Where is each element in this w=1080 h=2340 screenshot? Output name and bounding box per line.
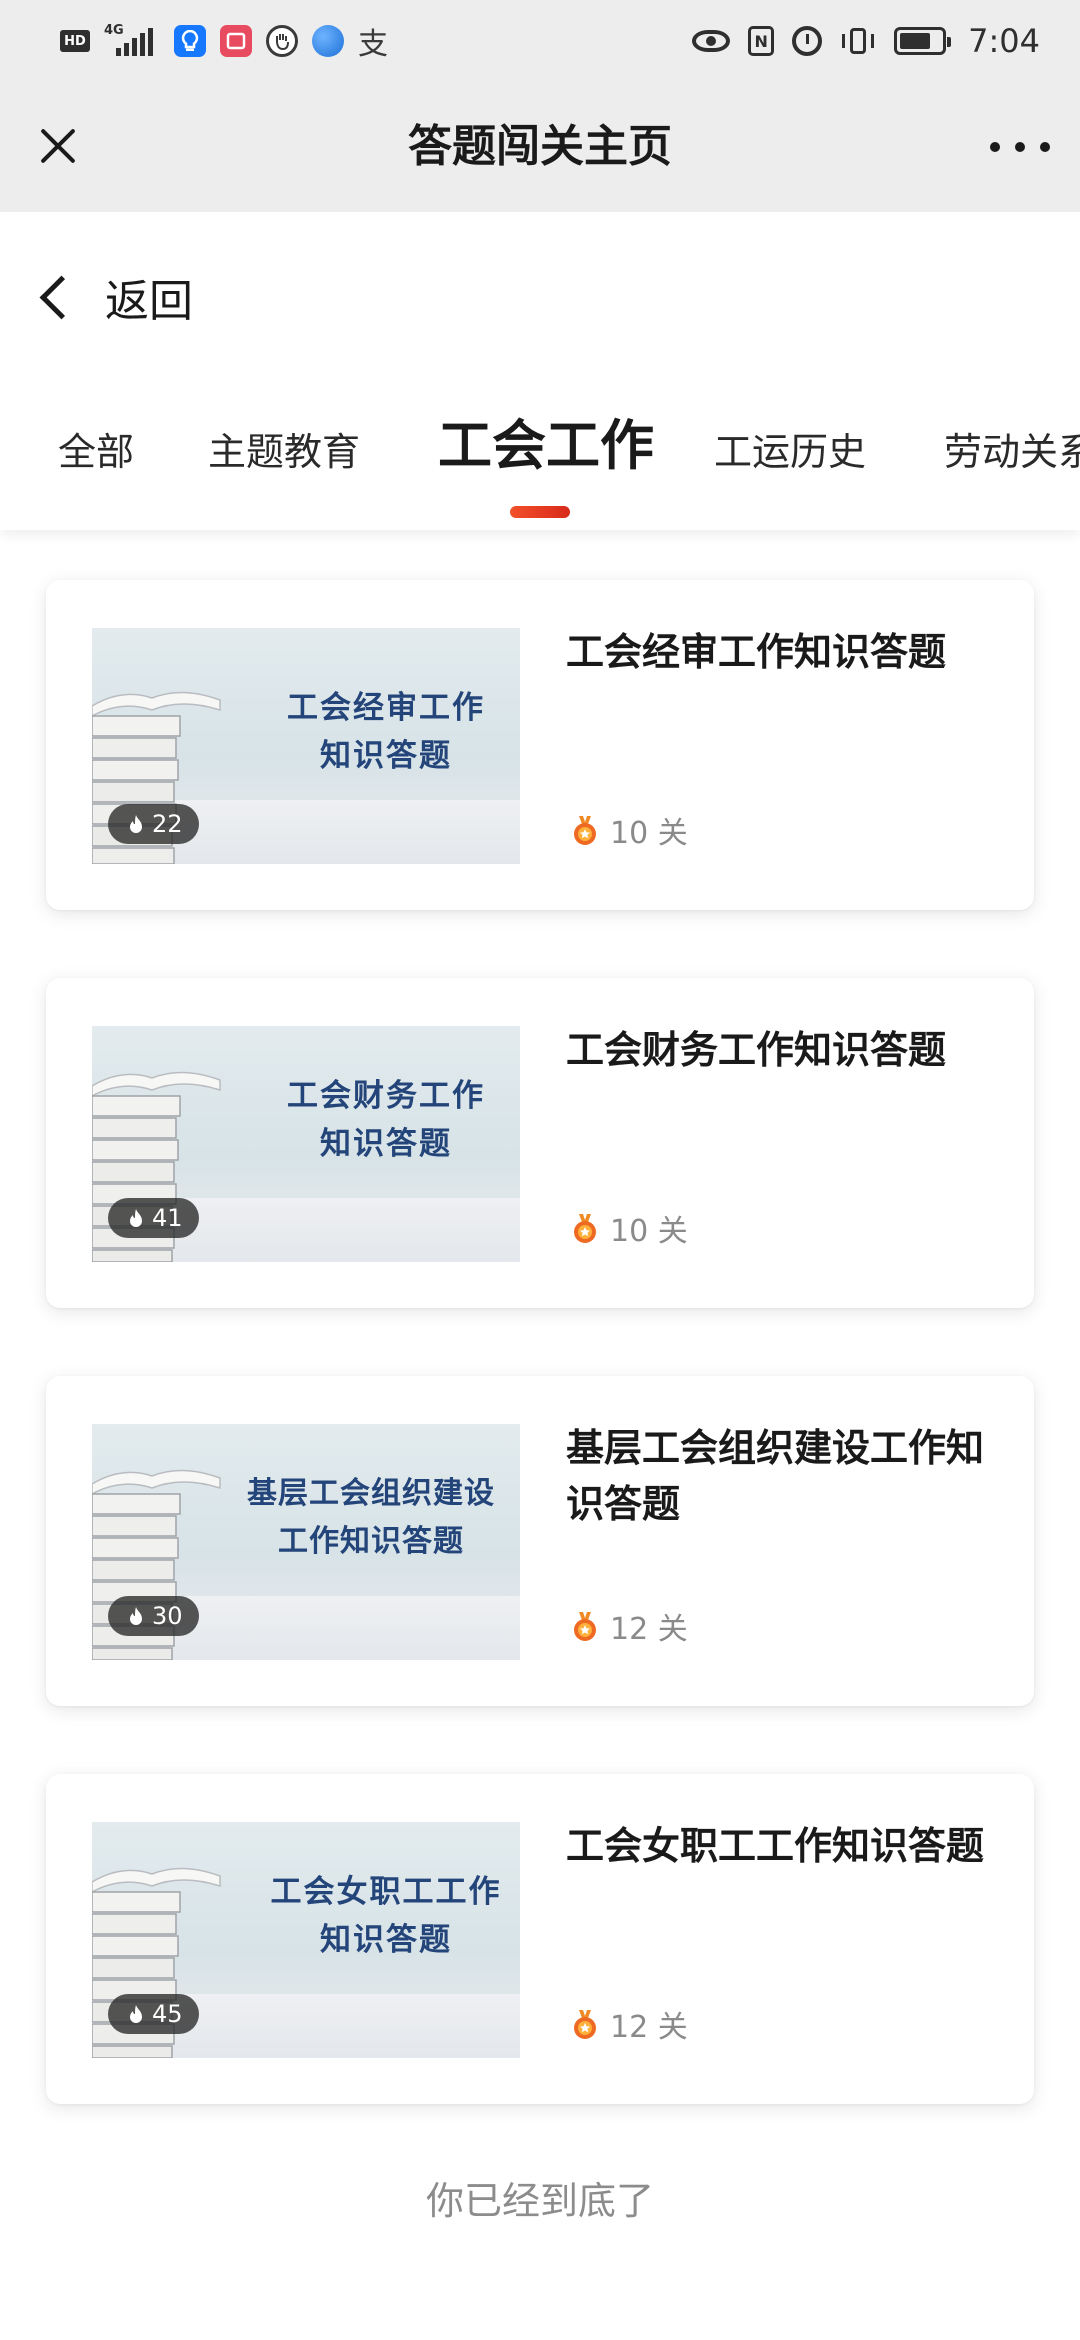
quiz-title: 工会女职工工作知识答题 [566, 1824, 985, 1868]
quiz-thumbnail: 工会经审工作 知识答题 22 [92, 628, 520, 864]
levels-count: 10 关 [610, 816, 688, 851]
quiz-levels: 12 关 [570, 2002, 688, 2046]
thumbnail-title-line2: 知识答题 [320, 1126, 452, 1162]
medal-icon [574, 1612, 596, 1641]
popularity-count: 22 [152, 810, 183, 838]
popularity-count: 45 [152, 2000, 183, 2028]
hd-badge: HD [60, 30, 90, 52]
quiz-card[interactable]: 工会女职工工作 知识答题 45 工会女职工工作知识答题 12 关 [46, 1774, 1034, 2104]
end-of-list-text: 你已经到底了 [425, 2179, 654, 2223]
back-row: 返回 [0, 212, 1080, 382]
cellular-signal-icon: 4G [104, 24, 160, 58]
quiz-levels: 10 关 [570, 808, 688, 852]
thumbnail-title-line1: 工会经审工作 [287, 690, 485, 726]
page-title: 答题闯关主页 [408, 121, 672, 172]
popularity-badge: 30 [108, 1596, 199, 1636]
thumbnail-title-line2: 知识答题 [320, 1922, 452, 1958]
title-bar: 答题闯关主页 [0, 82, 1080, 212]
quiz-thumbnail: 工会女职工工作 知识答题 45 [92, 1822, 520, 2058]
active-tab-indicator [510, 506, 570, 518]
fire-icon [130, 1607, 142, 1625]
popularity-count: 41 [152, 1204, 183, 1232]
alipay-icon: 支 [358, 27, 388, 62]
medal-icon [574, 816, 596, 845]
quiz-title: 基层工会组织建设工作知识答题 [566, 1426, 985, 1526]
chevron-left-icon [39, 275, 84, 319]
tab-all[interactable]: 全部 [58, 422, 134, 482]
bulb-app-icon [174, 25, 206, 57]
fire-icon [130, 1209, 142, 1227]
quiz-card[interactable]: 基层工会组织建设 工作知识答题 30 基层工会组织建设工作知识答题 12 关 [46, 1376, 1034, 1706]
levels-count: 12 关 [610, 1612, 688, 1647]
back-button[interactable]: 返回 [30, 262, 193, 332]
fire-icon [130, 2005, 142, 2023]
tab-theme-education[interactable]: 主题教育 [208, 422, 360, 482]
popularity-count: 30 [152, 1602, 183, 1630]
book-app-icon [220, 25, 252, 57]
thumbnail-title-line1: 基层工会组织建设 [247, 1476, 495, 1511]
category-tabs: 全部 主题教育 工会工作 工运历史 劳动关系 [0, 382, 1080, 530]
quiz-card[interactable]: 工会经审工作 知识答题 22 工会经审工作知识答题 10 关 [46, 580, 1034, 910]
fire-icon [130, 815, 142, 833]
levels-count: 12 关 [610, 2010, 688, 2045]
medal-icon [574, 2010, 596, 2039]
tab-labor-relations[interactable]: 劳动关系 [944, 422, 1080, 482]
status-bar: HD 4G 支 N 7:04 [0, 0, 1080, 82]
medal-icon [574, 1214, 596, 1243]
eye-comfort-icon [692, 30, 731, 52]
tab-labor-movement-history[interactable]: 工运历史 [714, 422, 866, 482]
thumbnail-title: 工会经审工作 知识答题 [262, 684, 510, 780]
quiz-levels: 10 关 [570, 1206, 688, 1250]
back-label: 返回 [105, 276, 193, 327]
thumbnail-title-line1: 工会财务工作 [287, 1078, 485, 1114]
quiz-levels: 12 关 [570, 1604, 688, 1648]
popularity-badge: 45 [108, 1994, 199, 2034]
status-bar-left: HD 4G 支 [60, 18, 388, 64]
browser-app-icon [312, 25, 344, 57]
status-bar-right: N 7:04 [692, 18, 1040, 64]
popularity-badge: 41 [108, 1198, 199, 1238]
popularity-badge: 22 [108, 804, 199, 844]
more-options-icon[interactable] [990, 122, 1050, 172]
levels-count: 10 关 [610, 1214, 688, 1249]
thumbnail-title: 工会财务工作 知识答题 [262, 1072, 510, 1168]
quiz-card[interactable]: 工会财务工作 知识答题 41 工会财务工作知识答题 10 关 [46, 978, 1034, 1308]
thumbnail-title: 工会女职工工作 知识答题 [262, 1868, 510, 1964]
battery-icon [894, 27, 952, 55]
status-time: 7:04 [968, 22, 1040, 60]
quiz-title: 工会经审工作知识答题 [566, 630, 947, 674]
quiz-title: 工会财务工作知识答题 [566, 1028, 947, 1072]
alarm-icon [792, 26, 823, 56]
quiz-list: 工会经审工作 知识答题 22 工会经审工作知识答题 10 关 工会财务工作 知识… [0, 530, 1080, 2340]
nfc-icon: N [748, 26, 775, 56]
hand-app-icon [266, 25, 298, 57]
tab-union-work[interactable]: 工会工作 [438, 416, 654, 476]
thumbnail-title-line1: 工会女职工工作 [270, 1874, 502, 1910]
close-icon[interactable] [30, 118, 86, 174]
vibrate-icon [840, 26, 876, 56]
thumbnail-title: 基层工会组织建设 工作知识答题 [232, 1470, 510, 1566]
quiz-thumbnail: 基层工会组织建设 工作知识答题 30 [92, 1424, 520, 1660]
quiz-thumbnail: 工会财务工作 知识答题 41 [92, 1026, 520, 1262]
thumbnail-title-line2: 知识答题 [320, 738, 452, 774]
thumbnail-title-line2: 工作知识答题 [278, 1524, 464, 1559]
